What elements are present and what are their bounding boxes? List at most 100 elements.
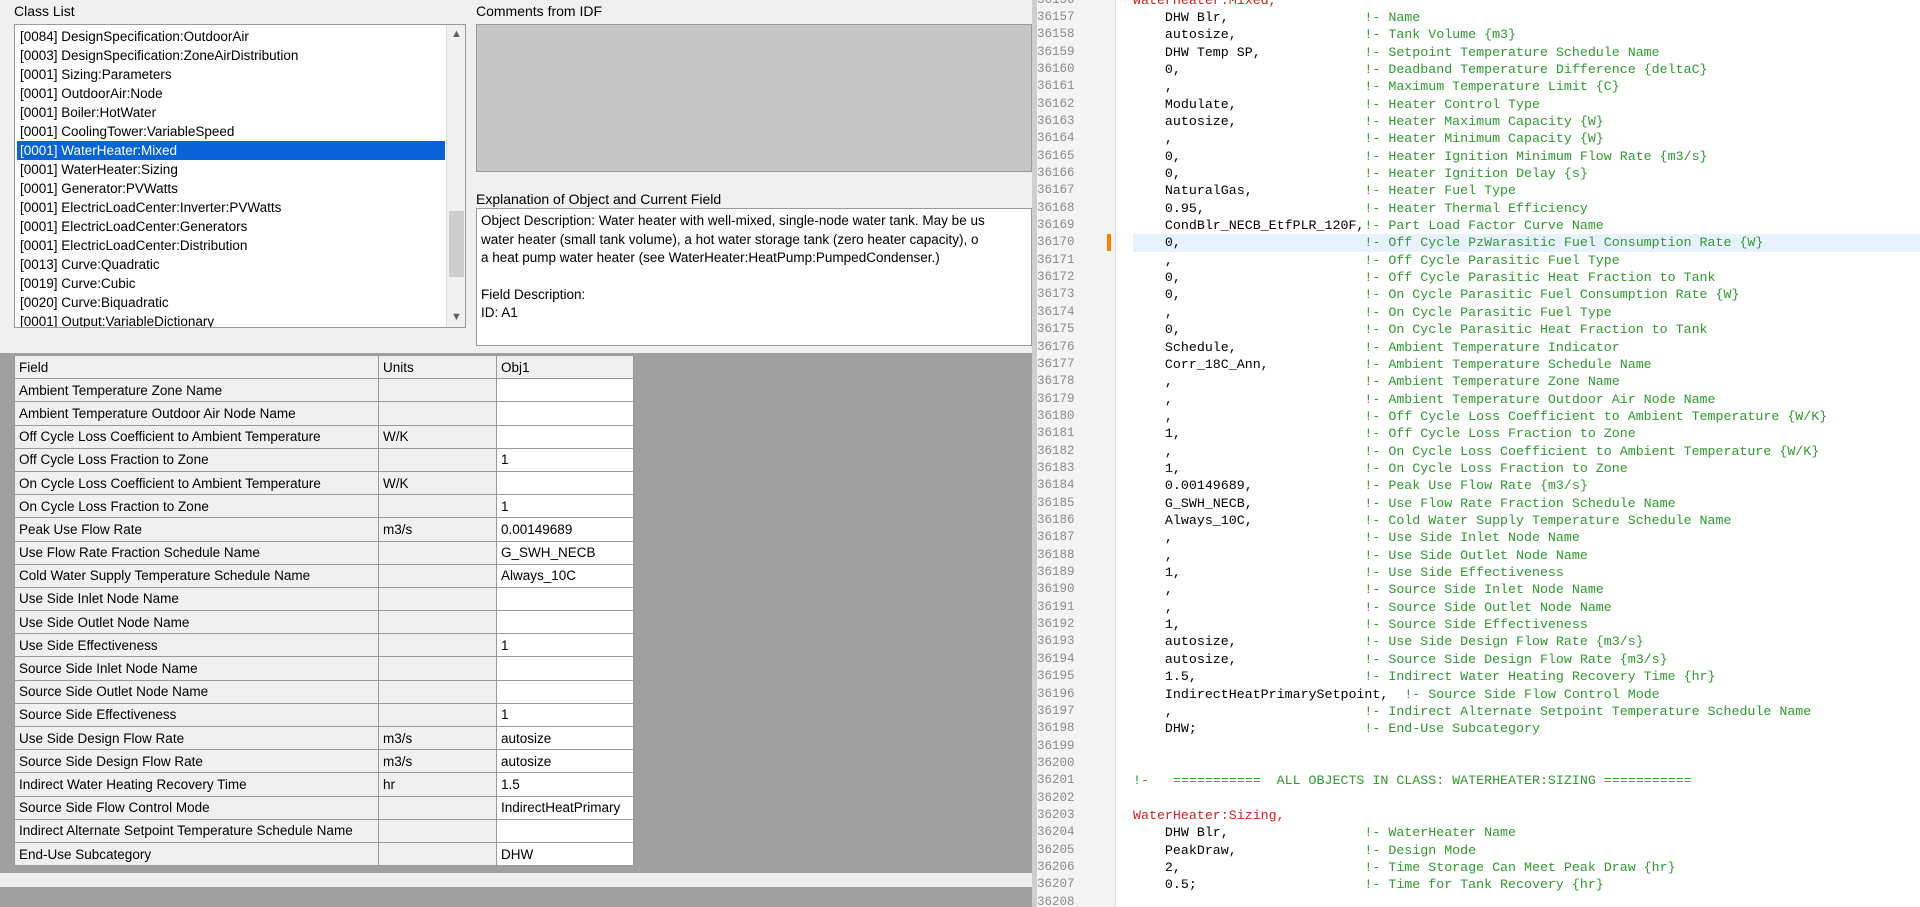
column-header-obj1[interactable]: Obj1	[496, 354, 634, 380]
code-line[interactable]: 1, !- Off Cycle Loss Fraction to Zone	[1133, 425, 1920, 442]
code-line[interactable]: NaturalGas, !- Heater Fuel Type	[1133, 182, 1920, 199]
code-line[interactable]: CondBlr_NECB_EtfPLR_120F,!- Part Load Fa…	[1133, 217, 1920, 234]
column-header-field[interactable]: Field	[14, 354, 379, 380]
idf-text-editor[interactable]: 3615636157 36158 36159 36160 36161 36162 36163…	[1037, 0, 1920, 907]
class-list-scrollbar[interactable]: ▲ ▼	[446, 25, 465, 327]
code-line[interactable]: , !- Heater Minimum Capacity {W}	[1133, 130, 1920, 147]
class-list-item[interactable]: [0001] ElectricLoadCenter:Inverter:PVWat…	[17, 198, 445, 217]
class-list-item[interactable]: [0001] WaterHeater:Sizing	[17, 160, 445, 179]
code-line[interactable]: 0.5; !- Time for Tank Recovery {hr}	[1133, 876, 1920, 893]
code-line[interactable]: , !- On Cycle Loss Coefficient to Ambien…	[1133, 443, 1920, 460]
class-list-item[interactable]: [0001] Generator:PVWatts	[17, 179, 445, 198]
code-line[interactable]: 1, !- Source Side Effectiveness	[1133, 616, 1920, 633]
code-line[interactable]: , !- Ambient Temperature Zone Name	[1133, 373, 1920, 390]
comments-box[interactable]	[476, 24, 1032, 172]
code-line[interactable]: 0, !- On Cycle Parasitic Heat Fraction t…	[1133, 321, 1920, 338]
value-cell[interactable]: 1	[496, 447, 634, 472]
value-cell[interactable]: 1.5	[496, 772, 634, 797]
class-list-item[interactable]: [0003] DesignSpecification:ZoneAirDistri…	[17, 46, 445, 65]
class-list-item[interactable]: [0001] CoolingTower:VariableSpeed	[17, 122, 445, 141]
scroll-down-icon[interactable]: ▼	[447, 308, 465, 327]
code-line[interactable]: 0.95, !- Heater Thermal Efficiency	[1133, 200, 1920, 217]
code-line[interactable]: Always_10C, !- Cold Water Supply Tempera…	[1133, 512, 1920, 529]
code-line[interactable]: Schedule, !- Ambient Temperature Indicat…	[1133, 339, 1920, 356]
class-list-item[interactable]: [0001] Sizing:Parameters	[17, 65, 445, 84]
code-line[interactable]: 1, !- On Cycle Loss Fraction to Zone	[1133, 460, 1920, 477]
code-line[interactable]: Corr_18C_Ann, !- Ambient Temperature Sch…	[1133, 356, 1920, 373]
code-line[interactable]: 0, !- Off Cycle Parasitic Heat Fraction …	[1133, 269, 1920, 286]
class-list-item[interactable]: [0001] Output:VariableDictionary	[17, 312, 445, 327]
value-cell[interactable]	[496, 424, 634, 449]
value-cell[interactable]: 1	[496, 494, 634, 519]
code-line[interactable]: , !- Off Cycle Parasitic Fuel Type	[1133, 252, 1920, 269]
code-line[interactable]: , !- Maximum Temperature Limit {C}	[1133, 78, 1920, 95]
value-cell[interactable]: 1	[496, 633, 634, 658]
code-line[interactable]: WaterHeater:Sizing,	[1133, 807, 1920, 824]
code-line[interactable]: 0, !- On Cycle Parasitic Fuel Consumptio…	[1133, 286, 1920, 303]
code-line[interactable]: 2, !- Time Storage Can Meet Peak Draw {h…	[1133, 859, 1920, 876]
value-cell[interactable]	[496, 818, 634, 843]
code-line[interactable]: , !- On Cycle Parasitic Fuel Type	[1133, 304, 1920, 321]
value-cell[interactable]: Always_10C	[496, 563, 634, 588]
code-line[interactable]: , !- Use Side Inlet Node Name	[1133, 529, 1920, 546]
code-line[interactable]: 0, !- Deadband Temperature Difference {d…	[1133, 61, 1920, 78]
value-cell[interactable]: autosize	[496, 749, 634, 774]
value-cell[interactable]	[496, 656, 634, 681]
code-line[interactable]	[1133, 894, 1920, 907]
value-cell[interactable]: IndirectHeatPrimary	[496, 795, 634, 820]
code-line[interactable]: DHW Blr, !- Name	[1133, 9, 1920, 26]
code-line[interactable]: , !- Off Cycle Loss Coefficient to Ambie…	[1133, 408, 1920, 425]
code-line[interactable]: PeakDraw, !- Design Mode	[1133, 842, 1920, 859]
scroll-thumb[interactable]	[449, 211, 464, 277]
code-line[interactable]	[1133, 738, 1920, 755]
code-line[interactable]: , !- Indirect Alternate Setpoint Tempera…	[1133, 703, 1920, 720]
scroll-up-icon[interactable]: ▲	[447, 25, 465, 44]
code-line[interactable]	[1133, 755, 1920, 772]
value-cell[interactable]: G_SWH_NECB	[496, 540, 634, 565]
value-cell[interactable]: DHW	[496, 841, 634, 867]
class-list[interactable]: [0084] DesignSpecification:OutdoorAir [00…	[14, 24, 466, 328]
code-line[interactable]: autosize, !- Use Side Design Flow Rate {…	[1133, 633, 1920, 650]
class-list-item[interactable]: [0020] Curve:Biquadratic	[17, 293, 445, 312]
code-line[interactable]: autosize, !- Tank Volume {m3}	[1133, 26, 1920, 43]
column-header-units[interactable]: Units	[378, 354, 497, 380]
code-line[interactable]: Modulate, !- Heater Control Type	[1133, 96, 1920, 113]
class-list-item[interactable]: [0001] ElectricLoadCenter:Distribution	[17, 236, 445, 255]
code-line[interactable]: , !- Source Side Inlet Node Name	[1133, 581, 1920, 598]
code-line[interactable]: DHW Temp SP, !- Setpoint Temperature Sch…	[1133, 44, 1920, 61]
code-line[interactable]: 0, !- Off Cycle PzWarasitic Fuel Consump…	[1133, 234, 1920, 252]
code-line[interactable]: 0, !- Heater Ignition Minimum Flow Rate …	[1133, 148, 1920, 165]
class-list-item[interactable]: [0001] OutdoorAir:Node	[17, 84, 445, 103]
class-list-item[interactable]: [0013] Curve:Quadratic	[17, 255, 445, 274]
value-cell[interactable]	[496, 610, 634, 635]
class-list-item[interactable]: [0001] Boiler:HotWater	[17, 103, 445, 122]
class-list-item[interactable]: [0084] DesignSpecification:OutdoorAir	[17, 27, 445, 46]
code-line[interactable]: 0.00149689, !- Peak Use Flow Rate {m3/s}	[1133, 477, 1920, 494]
code-line[interactable]: autosize, !- Source Side Design Flow Rat…	[1133, 651, 1920, 668]
code-line[interactable]	[1133, 790, 1920, 807]
code-line[interactable]: G_SWH_NECB, !- Use Flow Rate Fraction Sc…	[1133, 495, 1920, 512]
value-cell[interactable]: 0.00149689	[496, 517, 634, 542]
value-cell[interactable]: autosize	[496, 725, 634, 751]
value-cell[interactable]	[496, 586, 634, 612]
code-line[interactable]: , !- Ambient Temperature Outdoor Air Nod…	[1133, 391, 1920, 408]
code-line[interactable]: IndirectHeatPrimarySetpoint, !- Source S…	[1133, 686, 1920, 703]
code-line[interactable]: 1, !- Use Side Effectiveness	[1133, 564, 1920, 581]
value-cell[interactable]	[496, 679, 634, 704]
class-list-item[interactable]: [0001] ElectricLoadCenter:Generators	[17, 217, 445, 236]
code-line[interactable]: autosize, !- Heater Maximum Capacity {W}	[1133, 113, 1920, 130]
code-line[interactable]: DHW Blr, !- WaterHeater Name	[1133, 824, 1920, 841]
class-list-item[interactable]: [0001] WaterHeater:Mixed	[17, 141, 445, 160]
code-line[interactable]: 0, !- Heater Ignition Delay {s}	[1133, 165, 1920, 182]
value-cell[interactable]: 1	[496, 702, 634, 728]
code-line[interactable]: , !- Source Side Outlet Node Name	[1133, 599, 1920, 616]
class-list-item[interactable]: [0019] Curve:Cubic	[17, 274, 445, 293]
code-line[interactable]: !- =========== ALL OBJECTS IN CLASS: WAT…	[1133, 772, 1920, 789]
code-line[interactable]: WaterHeater:Mixed,	[1133, 0, 1920, 9]
code-line[interactable]: 1.5, !- Indirect Water Heating Recovery …	[1133, 668, 1920, 685]
value-cell[interactable]	[496, 401, 634, 426]
code-line[interactable]: , !- Use Side Outlet Node Name	[1133, 547, 1920, 564]
value-cell[interactable]	[496, 470, 634, 496]
code-line[interactable]: DHW; !- End-Use Subcategory	[1133, 720, 1920, 737]
value-cell[interactable]	[496, 378, 634, 403]
